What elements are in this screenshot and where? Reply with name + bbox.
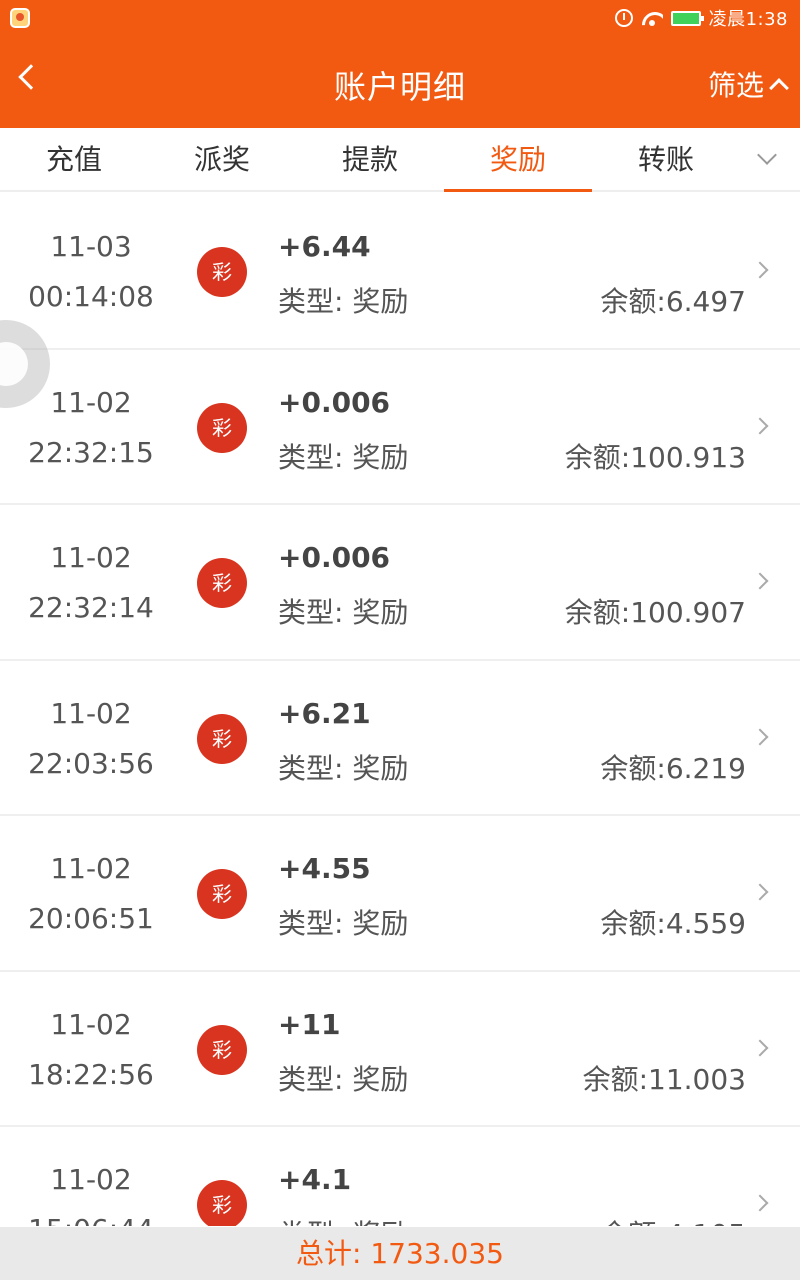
record-time: 20:06:51 (28, 902, 154, 935)
record-amount: +11 (278, 1007, 341, 1041)
chevron-right-icon (751, 261, 769, 279)
record-time: 22:32:15 (28, 435, 154, 469)
app-bar: 账户明细 筛选 (0, 36, 800, 128)
lottery-badge-icon: 彩 (197, 869, 247, 919)
record-amount: +4.1 (278, 1163, 352, 1196)
chevron-right-icon (751, 728, 769, 745)
record-amount: +0.006 (278, 385, 391, 419)
tab-withdraw[interactable]: 提款 (296, 128, 444, 192)
record-type: 类型: 奖励 (278, 751, 409, 785)
chevron-right-icon (751, 1194, 769, 1212)
chevron-right-icon (751, 883, 769, 901)
list-item[interactable]: 11-03 00:14:08 彩 +6.44 类型: 奖励 余额:6.497 (0, 194, 800, 350)
record-date: 11-03 (50, 230, 132, 263)
record-type: 类型: 奖励 (278, 907, 409, 940)
tab-payout[interactable]: 派奖 (148, 128, 296, 192)
lottery-badge-icon: 彩 (197, 1024, 247, 1075)
record-type: 类型: 奖励 (278, 1062, 409, 1096)
filter-label: 筛选 (707, 69, 764, 102)
chevron-right-icon (751, 417, 769, 434)
lottery-badge-icon: 彩 (197, 1180, 247, 1226)
lottery-badge-icon: 彩 (197, 558, 247, 608)
record-balance: 余额:100.913 (564, 440, 746, 474)
record-date: 11-02 (50, 1163, 132, 1196)
filter-button[interactable]: 筛选 (707, 64, 789, 104)
record-time: 00:14:08 (28, 280, 154, 313)
record-time: 22:32:14 (28, 591, 154, 624)
list-item[interactable]: 11-02 22:03:56 彩 +6.21 类型: 奖励 余额:6.219 (0, 660, 800, 816)
record-type: 类型: 奖励 (278, 285, 409, 318)
record-time: 22:03:56 (28, 746, 154, 780)
category-tabs: 充值 派奖 提款 奖励 转账 (0, 128, 800, 192)
record-type: 类型: 奖励 (278, 440, 409, 474)
chevron-right-icon (751, 572, 769, 590)
record-time: 18:22:56 (28, 1057, 154, 1091)
record-type: 类型: 奖励 (278, 1213, 408, 1226)
total-footer: 总计: 1733.035 (0, 1227, 800, 1280)
status-indicators: 凌晨1:38 (614, 5, 788, 31)
record-balance: 余额:6.497 (600, 285, 746, 318)
record-balance: 余额:11.003 (582, 1062, 746, 1096)
page-title: 账户明细 (333, 68, 466, 106)
battery-icon (670, 10, 704, 26)
wifi-icon (641, 10, 663, 26)
record-balance: 余额:6.219 (600, 751, 746, 785)
chevron-right-icon (751, 1039, 769, 1056)
list-item[interactable]: 11-02 20:06:51 彩 +4.55 类型: 奖励 余额:4.559 (0, 816, 800, 972)
record-balance: 余额:100.907 (564, 596, 746, 629)
record-date: 11-02 (50, 852, 132, 885)
list-item[interactable]: 11-02 22:32:14 彩 +0.006 类型: 奖励 余额:100.90… (0, 505, 800, 661)
list-item[interactable]: 11-02 22:32:15 彩 +0.006 类型: 奖励 余额:100.91… (0, 349, 800, 505)
record-amount: +0.006 (278, 541, 391, 574)
lottery-badge-icon: 彩 (197, 402, 247, 453)
record-amount: +4.55 (278, 852, 371, 885)
record-date: 11-02 (50, 1007, 132, 1041)
list-item[interactable]: 11-02 15:06:44 彩 +4.1 类型: 奖励 余额:4.105 (0, 1127, 800, 1226)
tab-transfer[interactable]: 转账 (592, 128, 740, 192)
tab-recharge[interactable]: 充值 (0, 128, 148, 192)
record-date: 11-02 (50, 696, 132, 730)
tab-reward[interactable]: 奖励 (444, 128, 592, 192)
record-balance: 余额:4.559 (600, 907, 746, 940)
list-item[interactable]: 11-02 18:22:56 彩 +11 类型: 奖励 余额:11.003 (0, 971, 800, 1127)
alarm-icon (614, 9, 633, 27)
record-amount: +6.44 (278, 230, 371, 263)
record-time: 15:06:44 (0, 1213, 182, 1226)
record-date: 11-02 (50, 541, 132, 574)
lottery-badge-icon: 彩 (197, 247, 247, 297)
record-balance: 余额:4.105 (600, 1213, 746, 1226)
app-notification-icon (10, 8, 30, 28)
record-list: 11-03 00:14:08 彩 +6.44 类型: 奖励 余额:6.497 1… (0, 194, 800, 1226)
record-amount: +6.21 (278, 696, 371, 730)
record-type: 类型: 奖励 (278, 596, 409, 629)
chevron-up-icon (769, 78, 789, 98)
chevron-down-icon[interactable] (757, 145, 777, 165)
status-bar: 凌晨1:38 (0, 0, 800, 36)
status-time: 凌晨1:38 (708, 9, 788, 30)
lottery-badge-icon: 彩 (197, 713, 247, 764)
